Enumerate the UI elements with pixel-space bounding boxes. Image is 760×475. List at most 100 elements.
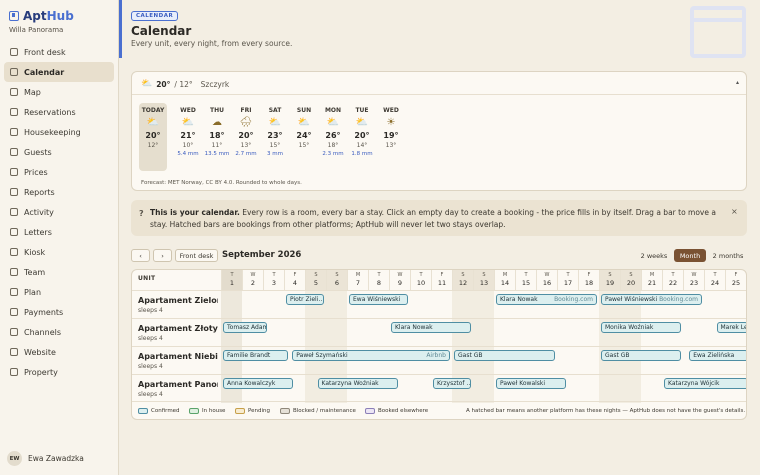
user-profile[interactable]: EW Ewa Zawadzka xyxy=(7,451,84,466)
channels-icon xyxy=(10,328,18,336)
sidebar-item-front-desk[interactable]: Front desk xyxy=(4,42,114,62)
booking-guest: Ewa Zielińska xyxy=(693,352,735,359)
sidebar-item-plan[interactable]: Plan xyxy=(4,282,114,302)
day-header: S 12 xyxy=(452,270,473,290)
legend-item: Blocked / maintenance xyxy=(280,408,356,414)
day-cell[interactable] xyxy=(305,319,326,347)
sidebar-item-team[interactable]: Team xyxy=(4,262,114,282)
legend: A hatched bar means another platform has… xyxy=(132,401,746,419)
booking-bar[interactable]: Katarzyna Woźniak xyxy=(317,378,398,389)
legend-swatch xyxy=(189,408,199,414)
forecast-header[interactable]: ⛅ 20° / 12° Szczyrk xyxy=(141,79,229,89)
day-cell[interactable] xyxy=(599,375,620,403)
view-month[interactable]: Month xyxy=(674,249,706,262)
sidebar-item-reservations[interactable]: Reservations xyxy=(4,102,114,122)
booking-bar[interactable]: Ewa Zielińska xyxy=(689,350,746,361)
prev-month-button[interactable]: ‹ xyxy=(131,249,150,262)
forecast-high: 26° xyxy=(325,131,341,140)
forecast-day: SUN ⛅ 24° 15° xyxy=(290,103,318,171)
sidebar-item-letters[interactable]: Letters xyxy=(4,222,114,242)
sidebar-item-label: Housekeeping xyxy=(24,127,81,137)
booking-bar[interactable]: Familie Brandt xyxy=(223,350,289,361)
day-weekday: T xyxy=(713,272,717,278)
day-weekday: F xyxy=(587,272,591,278)
booking-bar[interactable]: Klara Nowak Booking.com xyxy=(496,294,597,305)
booking-source: Booking.com xyxy=(554,296,593,303)
unit-name[interactable]: Apartament Złoty xyxy=(138,324,218,333)
booking-bar[interactable]: Gast GB xyxy=(601,350,681,361)
sidebar-item-map[interactable]: Map xyxy=(4,82,114,102)
booking-bar[interactable]: Piotr Zieli… xyxy=(286,294,324,305)
booking-bar[interactable]: Paweł Szymański Airbnb xyxy=(292,350,450,361)
day-number: 15 xyxy=(521,279,531,287)
sidebar-item-website[interactable]: Website xyxy=(4,342,114,362)
booking-bar[interactable]: Tomasz Adam… xyxy=(223,322,268,333)
unit-name[interactable]: Apartament Niebieski xyxy=(138,352,218,361)
day-cell[interactable] xyxy=(452,291,473,319)
booking-bar[interactable]: Klara Nowak xyxy=(391,322,471,333)
booking-bar[interactable]: Katarzyna Wójcik xyxy=(664,378,746,389)
forecast-high: 24° xyxy=(296,131,312,140)
day-number: 7 xyxy=(355,279,361,287)
booking-bar[interactable]: Ewa Wiśniewski xyxy=(349,294,408,305)
unit-name[interactable]: Apartament Zielony xyxy=(138,296,218,305)
plan-icon xyxy=(10,288,18,296)
day-header: W 16 xyxy=(536,270,557,290)
brand[interactable]: AptHub xyxy=(9,9,74,23)
booking-bar[interactable]: Monika Woźniak xyxy=(601,322,681,333)
property-icon xyxy=(10,368,18,376)
day-header: T8 xyxy=(368,270,389,290)
sidebar-item-kiosk[interactable]: Kiosk xyxy=(4,242,114,262)
day-number: 17 xyxy=(563,279,573,287)
forecast-day-name: SAT xyxy=(268,107,282,114)
day-header: T 15 xyxy=(515,270,536,290)
day-cell[interactable] xyxy=(473,319,494,347)
booking-bar[interactable]: Paweł Wiśniewski Booking.com xyxy=(601,294,702,305)
booking-bar[interactable]: Gast GB xyxy=(454,350,555,361)
legend-swatch xyxy=(235,408,245,414)
sidebar-item-housekeeping[interactable]: Housekeeping xyxy=(4,122,114,142)
view-2-weeks[interactable]: 2 weeks xyxy=(637,249,671,262)
forecast-high: 20° xyxy=(145,131,161,140)
day-header: W9 xyxy=(389,270,410,290)
forecast-low: 13° xyxy=(385,142,397,149)
sidebar-item-reports[interactable]: Reports xyxy=(4,182,114,202)
day-cell[interactable] xyxy=(620,375,641,403)
front-desk-button[interactable]: Front desk xyxy=(175,249,218,262)
map-icon xyxy=(10,88,18,96)
sidebar-item-prices[interactable]: Prices xyxy=(4,162,114,182)
day-header: T3 xyxy=(263,270,284,290)
sidebar-item-property[interactable]: Property xyxy=(4,362,114,382)
day-cell[interactable] xyxy=(326,319,347,347)
unit-name[interactable]: Apartament Panora… xyxy=(138,380,218,389)
booking-bar[interactable]: Paweł Kowalski xyxy=(496,378,566,389)
day-cell[interactable] xyxy=(326,291,347,319)
forecast-high: 23° xyxy=(267,131,283,140)
hint-text: This is your calendar. Every row is a ro… xyxy=(150,208,716,229)
close-hint-icon[interactable]: × xyxy=(731,207,738,216)
legend-label: Blocked / maintenance xyxy=(293,408,356,414)
booking-bar[interactable]: Marek Lew… xyxy=(716,322,746,333)
sidebar-item-payments[interactable]: Payments xyxy=(4,302,114,322)
forecast-day-name: WED xyxy=(383,107,399,114)
day-header: M 21 xyxy=(641,270,662,290)
day-header: S 19 xyxy=(599,270,620,290)
collapse-forecast-icon[interactable]: ▴ xyxy=(736,79,739,86)
booking-bar[interactable]: Anna Kowalczyk xyxy=(223,378,293,389)
sidebar-item-calendar[interactable]: Calendar xyxy=(4,62,114,82)
booking-guest: Gast GB xyxy=(458,352,483,359)
day-cell[interactable] xyxy=(221,291,242,319)
sidebar-item-channels[interactable]: Channels xyxy=(4,322,114,342)
day-weekday: S xyxy=(461,272,465,278)
booking-bar[interactable]: Krzysztof … xyxy=(433,378,471,389)
day-cell[interactable] xyxy=(473,291,494,319)
booking-guest: Katarzyna Woźniak xyxy=(321,380,379,387)
view-2-months[interactable]: 2 months xyxy=(709,249,747,262)
day-header: T 22 xyxy=(662,270,683,290)
sidebar-item-activity[interactable]: Activity xyxy=(4,202,114,222)
day-cell[interactable] xyxy=(473,375,494,403)
booking-guest: Monika Woźniak xyxy=(605,324,654,331)
sidebar-item-guests[interactable]: Guests xyxy=(4,142,114,162)
next-month-button[interactable]: › xyxy=(153,249,172,262)
weather-icon: ⛅ xyxy=(146,117,160,128)
